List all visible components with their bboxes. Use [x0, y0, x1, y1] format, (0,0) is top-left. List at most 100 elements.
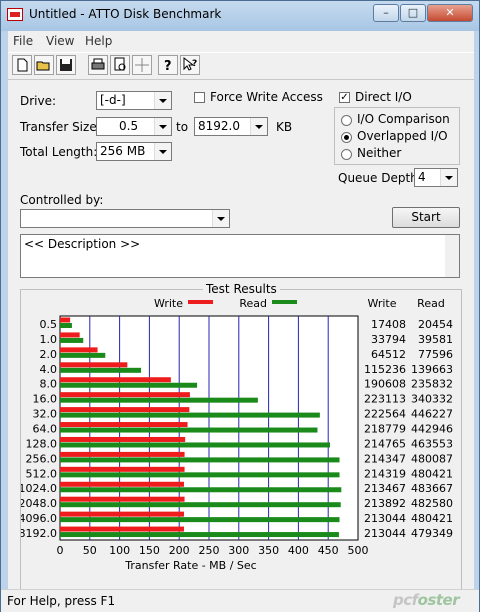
y-tick-label: 64.0: [33, 423, 58, 436]
chevron-down-icon: [250, 118, 267, 135]
read-value-label: 479349: [411, 527, 453, 540]
read-value-label: 482580: [411, 497, 453, 510]
neither-label[interactable]: Neither: [357, 146, 401, 160]
write-value-label: 222564: [364, 408, 406, 421]
write-bar: [60, 466, 185, 472]
y-tick-label: 4.0: [40, 363, 58, 376]
transfer-size-from-select[interactable]: 0.5: [96, 117, 172, 136]
read-value-label: 442946: [411, 423, 453, 436]
write-value-label: 214319: [364, 467, 406, 480]
drive-select[interactable]: [-d-]: [96, 91, 172, 110]
move-icon[interactable]: [132, 55, 152, 75]
write-bar: [60, 407, 190, 413]
chevron-down-icon: [154, 92, 171, 109]
write-value-label: 214347: [364, 452, 406, 465]
read-bar: [60, 367, 142, 373]
to-label: to: [176, 120, 189, 134]
io-comparison-radio[interactable]: [341, 115, 352, 126]
minimize-button[interactable]: –: [373, 4, 399, 22]
y-tick-label: 128.0: [26, 437, 58, 450]
drive-value: [-d-]: [100, 93, 126, 107]
io-comparison-label[interactable]: I/O Comparison: [357, 112, 450, 126]
write-bar: [60, 332, 80, 338]
svg-text:?: ?: [164, 59, 172, 74]
open-icon[interactable]: [34, 55, 54, 75]
overlapped-io-radio[interactable]: [341, 132, 352, 143]
save-icon[interactable]: [56, 55, 76, 75]
write-value-label: 214765: [364, 437, 406, 450]
status-bar: For Help, press F1 pcfoster: [1, 589, 479, 612]
print-preview-icon[interactable]: [110, 55, 130, 75]
x-tick-label: 450: [318, 544, 339, 557]
total-length-select[interactable]: 256 MB: [96, 142, 172, 161]
direct-io-label[interactable]: Direct I/O: [355, 90, 412, 104]
neither-radio[interactable]: [341, 149, 352, 160]
start-button[interactable]: Start: [392, 207, 460, 228]
description-box[interactable]: << Description >>: [20, 234, 460, 278]
read-bar: [60, 487, 342, 493]
help-icon[interactable]: ?: [158, 55, 178, 75]
transfer-size-to-select[interactable]: 8192.0: [194, 117, 268, 136]
io-mode-group: I/O Comparison Overlapped I/O Neither: [334, 107, 460, 165]
context-help-icon[interactable]: ?: [180, 55, 200, 75]
read-legend-label: Read: [239, 297, 267, 310]
y-tick-label: 512.0: [26, 467, 58, 480]
description-scrollbar[interactable]: [445, 235, 459, 277]
direct-io-checkbox[interactable]: ✓: [339, 92, 350, 103]
read-value-label: 39581: [418, 333, 453, 346]
x-tick-label: 400: [288, 544, 309, 557]
menu-help[interactable]: Help: [85, 34, 112, 48]
read-value-label: 483667: [411, 482, 453, 495]
read-value-label: 446227: [411, 408, 453, 421]
write-value-label: 33794: [371, 333, 406, 346]
close-button[interactable]: ✕: [427, 4, 473, 22]
queue-depth-label: Queue Depth:: [338, 171, 422, 185]
write-value-label: 213892: [364, 497, 406, 510]
read-value-label: 463553: [411, 437, 453, 450]
read-bar: [60, 412, 320, 418]
write-legend-label: Write: [154, 297, 183, 310]
write-bar: [60, 511, 184, 517]
controlled-by-select[interactable]: [20, 209, 230, 228]
read-value-label: 235832: [411, 378, 453, 391]
app-window: Untitled - ATTO Disk Benchmark – □ ✕ Fil…: [0, 0, 480, 612]
force-write-checkbox[interactable]: [194, 92, 205, 103]
svg-text:?: ?: [192, 59, 197, 69]
transfer-from-value: 0.5: [119, 119, 139, 133]
menu-view[interactable]: View: [46, 34, 74, 48]
y-tick-label: 1.0: [40, 333, 58, 346]
menu-bar: File View Help: [8, 31, 474, 51]
read-bar: [60, 352, 106, 358]
print-icon[interactable]: [88, 55, 108, 75]
queue-depth-select[interactable]: 4: [414, 168, 458, 187]
x-tick-label: 350: [258, 544, 279, 557]
force-write-label[interactable]: Force Write Access: [210, 90, 323, 104]
drive-label: Drive:: [20, 94, 57, 108]
maximize-button[interactable]: □: [400, 4, 426, 22]
overlapped-io-label[interactable]: Overlapped I/O: [357, 129, 448, 143]
new-icon[interactable]: [12, 55, 32, 75]
read-column-header: Read: [417, 297, 445, 310]
menu-file[interactable]: File: [13, 34, 33, 48]
read-value-label: 480087: [411, 452, 453, 465]
total-length-label: Total Length:: [20, 145, 98, 159]
write-bar: [60, 317, 71, 323]
write-value-label: 190608: [364, 378, 406, 391]
watermark-logo: pcfoster: [393, 591, 460, 609]
x-tick-label: 200: [169, 544, 190, 557]
write-bar: [60, 347, 98, 353]
read-bar: [60, 442, 330, 448]
read-bar: [60, 472, 340, 478]
read-bar: [60, 532, 339, 538]
x-tick-label: 300: [228, 544, 249, 557]
write-column-header: Write: [367, 297, 396, 310]
transfer-to-value: 8192.0: [198, 119, 240, 133]
kb-label: KB: [276, 120, 293, 134]
status-text: For Help, press F1: [7, 594, 116, 608]
y-tick-label: 2048.0: [21, 497, 57, 510]
write-value-label: 17408: [371, 318, 406, 331]
write-bar: [60, 362, 128, 368]
title-bar[interactable]: Untitled - ATTO Disk Benchmark – □ ✕: [1, 1, 480, 29]
total-length-value: 256 MB: [100, 144, 146, 158]
read-legend-swatch: [272, 300, 297, 304]
